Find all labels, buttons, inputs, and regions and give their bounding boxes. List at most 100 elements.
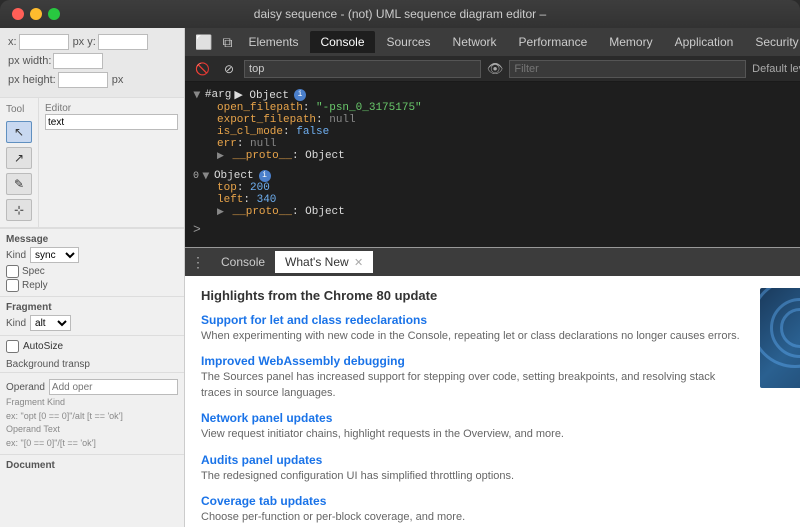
arrow-tool[interactable]: ↗	[6, 147, 32, 169]
devtools-responsive-icon[interactable]: ⧉	[218, 32, 236, 53]
prop-name-top: top	[217, 182, 237, 194]
bg-label: Background transp	[6, 359, 90, 370]
whats-new-image: ne 9 80	[760, 288, 800, 388]
close-button[interactable]	[12, 8, 24, 20]
height-input[interactable]	[58, 72, 108, 88]
tab-application[interactable]: Application	[665, 31, 744, 53]
tool-label: Tool	[6, 104, 32, 115]
width-input[interactable]	[53, 53, 103, 69]
whats-new-header: Highlights from the Chrome 80 update	[201, 288, 748, 303]
console-prop-top: top: 200	[193, 182, 800, 194]
reply-checkbox[interactable]	[6, 279, 19, 292]
console-prop-filepath: open_filepath: "-psn_0_3175175"	[193, 102, 800, 114]
tab-security[interactable]: Security	[745, 31, 800, 53]
proto-label-1: __proto__	[233, 150, 292, 162]
prop-val-3: false	[296, 126, 329, 138]
update-item-2: Network panel updates View request initi…	[201, 411, 748, 442]
spec-radio-item: Spec	[6, 265, 178, 278]
bottom-panel: ⋮ Console What's New ✕ ✕ Highlights from…	[185, 247, 800, 527]
select-tool[interactable]: ↖	[6, 121, 32, 143]
bottom-panel-dots-icon[interactable]: ⋮	[191, 254, 205, 271]
y-input[interactable]	[98, 34, 148, 50]
console-output: ▶ #arg ▶ Object i open_filepath: "-psn_0…	[185, 82, 800, 247]
devtools-inspect-icon[interactable]: ⬜	[191, 32, 216, 53]
pencil-tool[interactable]: ✎	[6, 173, 32, 195]
console-prop-err: err: null	[193, 138, 800, 150]
window-title: daisy sequence - (not) UML sequence diag…	[254, 7, 546, 21]
maximize-button[interactable]	[48, 8, 60, 20]
editor-text-input[interactable]	[45, 114, 178, 130]
console-block-2: 0 ▶ Object i top: 200 left: 340 ▶	[185, 168, 800, 220]
document-label: Document	[6, 460, 55, 471]
prop-val-4: null	[250, 138, 276, 150]
console-prompt[interactable]: >	[185, 220, 800, 239]
update-title-2[interactable]: Network panel updates	[201, 411, 748, 425]
tab-whats-new[interactable]: What's New ✕	[275, 251, 373, 273]
hint1: Fragment Kind	[6, 397, 178, 409]
kind-row: Kind sync async return	[6, 247, 178, 263]
update-title-4[interactable]: Coverage tab updates	[201, 494, 748, 508]
fragment-kind-select[interactable]: alt opt loop	[30, 315, 71, 331]
console-obj-label-2: Object	[214, 170, 254, 182]
editor-section: Editor	[39, 98, 184, 227]
operand-label: Operand	[6, 382, 45, 393]
context-input[interactable]	[244, 60, 481, 78]
proto-label-2: __proto__	[233, 206, 292, 218]
update-item-0: Support for let and class redeclarations…	[201, 313, 748, 344]
update-desc-2: View request initiator chains, highlight…	[201, 427, 748, 442]
x-input[interactable]	[19, 34, 69, 50]
spec-checkbox[interactable]	[6, 265, 19, 278]
coords-panel: x: px y: px width: px height: px	[0, 28, 184, 98]
operand-input[interactable]	[49, 379, 178, 395]
proto-expand-2[interactable]: ▶	[217, 207, 224, 217]
update-item-4: Coverage tab updates Choose per-function…	[201, 494, 748, 525]
prop-val-2: null	[329, 114, 355, 126]
filter-icon[interactable]: ⊘	[220, 61, 238, 77]
spec-label: Spec	[22, 266, 45, 277]
message-label: Message	[6, 234, 48, 245]
expand-icon-2[interactable]: ▶	[200, 173, 210, 180]
console-prop-clmode: is_cl_mode: false	[193, 126, 800, 138]
tab-network[interactable]: Network	[443, 31, 507, 53]
bg-row: Background transp	[0, 357, 184, 372]
line-tool[interactable]: ⊹	[6, 199, 32, 221]
tab-memory[interactable]: Memory	[599, 31, 662, 53]
left-panel: x: px y: px width: px height: px Tool ↖ …	[0, 28, 185, 527]
tab-console[interactable]: Console	[310, 31, 374, 53]
tab-sources[interactable]: Sources	[377, 31, 441, 53]
traffic-lights	[12, 8, 60, 20]
x-label: x:	[8, 36, 17, 48]
update-item-3: Audits panel updates The redesigned conf…	[201, 453, 748, 484]
eye-icon[interactable]: 👁	[487, 61, 504, 77]
filter-bar: 🚫 ⊘ 👁 Default levels ▾ 4 hidden ⚙	[185, 56, 800, 82]
expand-icon-1[interactable]: ▶	[191, 92, 201, 99]
console-arg-text: #arg	[205, 89, 231, 101]
index-icon-2: 0	[193, 171, 199, 182]
update-title-0[interactable]: Support for let and class redeclarations	[201, 313, 748, 327]
whats-new-close-icon[interactable]: ✕	[354, 257, 363, 269]
tab-performance[interactable]: Performance	[509, 31, 598, 53]
title-bar: daisy sequence - (not) UML sequence diag…	[0, 0, 800, 28]
update-title-3[interactable]: Audits panel updates	[201, 453, 748, 467]
message-section: Message Kind sync async return Spec Repl…	[0, 228, 184, 296]
coord-width-row: px width:	[8, 53, 176, 69]
update-item-1: Improved WebAssembly debugging The Sourc…	[201, 354, 748, 401]
console-prop-export: export_filepath: null	[193, 114, 800, 126]
tab-elements[interactable]: Elements	[238, 31, 308, 53]
operand-section: Operand Fragment Kind ex: "opt [0 == 0]"…	[0, 372, 184, 454]
kind-select[interactable]: sync async return	[30, 247, 79, 263]
spec-reply-row: Spec Reply	[6, 265, 178, 292]
prop-name-4: err	[217, 138, 237, 150]
minimize-button[interactable]	[30, 8, 42, 20]
clear-console-icon[interactable]: 🚫	[191, 61, 214, 77]
tab-console-bottom[interactable]: Console	[211, 251, 275, 273]
autosize-checkbox[interactable]	[6, 340, 19, 353]
update-desc-1: The Sources panel has increased support …	[201, 370, 748, 401]
hint3: Operand Text	[6, 424, 178, 436]
default-levels[interactable]: Default levels ▾	[752, 62, 800, 75]
proto-expand-1[interactable]: ▶	[217, 151, 224, 161]
fragment-kind-label: Kind	[6, 318, 26, 329]
prop-val-1: "-psn_0_3175175"	[316, 102, 422, 114]
filter-input[interactable]	[509, 60, 746, 78]
update-title-1[interactable]: Improved WebAssembly debugging	[201, 354, 748, 368]
